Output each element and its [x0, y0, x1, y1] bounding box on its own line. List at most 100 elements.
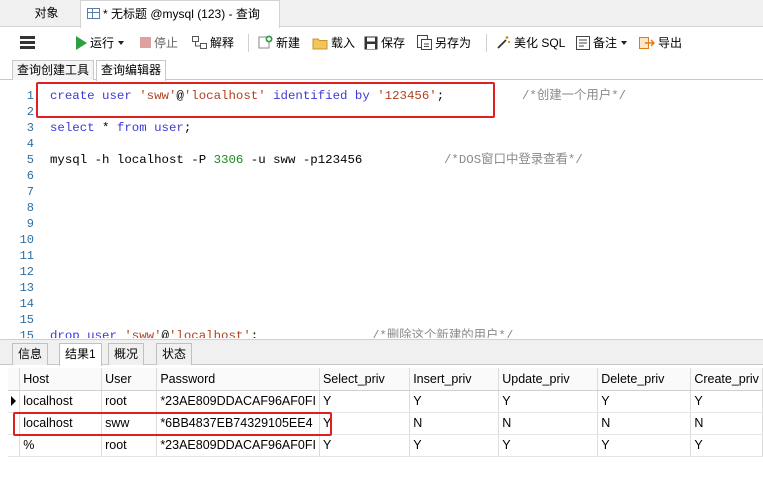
tab-status[interactable]: 状态 — [156, 343, 193, 365]
tab-query[interactable]: * 无标题 @mysql (123) - 查询 — [80, 0, 280, 28]
table-cell[interactable]: Y — [498, 390, 599, 413]
table-cell[interactable]: Y — [319, 412, 411, 435]
line-number: 11 — [19, 249, 34, 263]
code-line-3: select * from user; — [50, 120, 191, 136]
table-cell[interactable]: Y — [690, 434, 763, 457]
line-number: 13 — [19, 281, 34, 295]
sql-keyword: user — [154, 121, 184, 135]
save-as-icon — [417, 35, 432, 55]
table-cell[interactable]: Y — [498, 434, 599, 457]
line-number: 4 — [26, 137, 34, 151]
sql-text: -u sww -p123456 — [243, 153, 363, 167]
save-label: 保存 — [381, 36, 406, 50]
sql-text: mysql -h localhost -P — [50, 153, 214, 167]
highlight-annotation-box — [36, 82, 495, 118]
table-cell[interactable]: Y — [597, 390, 692, 413]
column-header[interactable]: Host — [19, 368, 103, 391]
menu-icon[interactable] — [20, 36, 35, 49]
table-cell[interactable]: localhost — [19, 390, 103, 413]
line-number: 12 — [19, 265, 34, 279]
line-number: 15 — [19, 313, 34, 327]
table-cell[interactable]: N — [409, 412, 500, 435]
sql-comment: /*创建一个用户*/ — [522, 89, 627, 103]
sql-comment: /*删除这个新建的用户*/ — [372, 329, 514, 338]
column-header[interactable]: Delete_priv — [597, 368, 692, 391]
table-cell[interactable]: Y — [409, 390, 500, 413]
load-button[interactable]: 载入 — [312, 34, 355, 52]
stop-label: 停止 — [154, 36, 179, 50]
chevron-down-icon[interactable] — [621, 41, 628, 45]
table-cell[interactable]: N — [597, 412, 692, 435]
explain-button[interactable]: 解释 — [192, 34, 234, 52]
sql-editor[interactable]: 1 2 3 4 5 6 7 8 9 10 11 12 13 14 15 15 c… — [0, 82, 763, 338]
load-label: 载入 — [331, 36, 356, 50]
toolbar-divider — [248, 34, 249, 52]
table-cell[interactable]: *23AE809DDACAF96AF0FI — [156, 390, 320, 413]
tab-result1[interactable]: 结果1 — [59, 343, 102, 366]
line-number: 7 — [26, 185, 34, 199]
run-label: 运行 — [90, 36, 115, 50]
code-line-15: drop user 'sww'@'localhost'; — [50, 328, 258, 338]
save-as-label: 另存为 — [435, 36, 472, 50]
table-cell[interactable]: % — [19, 434, 103, 457]
code-line-5: mysql -h localhost -P 3306 -u sww -p1234… — [50, 152, 362, 168]
table-cell[interactable]: root — [101, 434, 158, 457]
comment-label: 备注 — [593, 36, 618, 50]
explain-label: 解释 — [210, 36, 235, 50]
tab-query-editor[interactable]: 查询编辑器 — [96, 60, 167, 81]
chevron-down-icon[interactable] — [118, 41, 125, 45]
sql-keyword: drop user — [50, 329, 125, 338]
table-cell[interactable]: Y — [597, 434, 692, 457]
line-number: 2 — [26, 105, 34, 119]
tab-query-label: * 无标题 @mysql (123) - 查询 — [103, 7, 260, 21]
tab-objects[interactable]: 对象 — [19, 0, 74, 27]
query-toolbar: 运行 停止 解释 新建 载入 保存 另存为 美化 SQL 备注 导出 — [0, 28, 763, 58]
table-cell[interactable]: Y — [409, 434, 500, 457]
export-label: 导出 — [658, 36, 683, 50]
table-cell[interactable]: *23AE809DDACAF96AF0FI — [156, 434, 320, 457]
result-tabs: 信息 结果1 概况 状态 — [0, 339, 763, 366]
query-table-icon — [87, 8, 100, 19]
column-header[interactable]: Insert_priv — [409, 368, 500, 391]
column-header[interactable]: Password — [156, 368, 320, 391]
sql-keyword: from — [116, 121, 147, 135]
save-button[interactable]: 保存 — [364, 34, 405, 52]
run-button[interactable]: 运行 — [76, 34, 125, 52]
table-cell[interactable]: Y — [319, 390, 411, 413]
current-row-pointer-icon — [11, 396, 16, 406]
table-header-row: Host User Password Select_priv Insert_pr… — [8, 368, 763, 391]
column-header[interactable]: Select_priv — [319, 368, 411, 391]
column-header[interactable]: Update_priv — [498, 368, 599, 391]
table-row[interactable]: localhost root *23AE809DDACAF96AF0FI Y Y… — [8, 390, 763, 413]
sql-text: ; — [250, 329, 259, 338]
table-cell[interactable]: root — [101, 390, 158, 413]
save-as-button[interactable]: 另存为 — [417, 34, 471, 52]
tab-info[interactable]: 信息 — [12, 343, 49, 365]
row-marker — [8, 390, 21, 413]
play-icon — [76, 36, 87, 50]
tab-overview[interactable]: 概况 — [108, 343, 145, 365]
line-number: 3 — [26, 121, 34, 135]
stop-button[interactable]: 停止 — [140, 34, 178, 52]
comment-icon — [576, 36, 590, 55]
column-header[interactable]: User — [101, 368, 158, 391]
line-number: 15 — [19, 329, 34, 338]
sql-text: ; — [183, 121, 192, 135]
magic-wand-icon — [496, 35, 511, 55]
table-cell[interactable]: Y — [690, 390, 763, 413]
table-row[interactable]: % root *23AE809DDACAF96AF0FI Y Y Y Y Y — [8, 434, 763, 457]
new-query-icon — [258, 35, 273, 55]
new-button[interactable]: 新建 — [258, 34, 300, 52]
column-header[interactable]: Create_priv — [690, 368, 763, 391]
sql-string: 'sww' — [124, 329, 162, 338]
comment-button[interactable]: 备注 — [576, 34, 628, 55]
sql-string: 'localhost' — [168, 329, 251, 338]
export-button[interactable]: 导出 — [639, 34, 682, 52]
beautify-sql-button[interactable]: 美化 SQL — [496, 34, 565, 52]
table-cell[interactable]: N — [690, 412, 763, 435]
tab-query-builder[interactable]: 查询创建工具 — [12, 60, 95, 80]
line-number: 5 — [26, 153, 34, 167]
table-cell[interactable]: N — [498, 412, 599, 435]
table-cell[interactable]: Y — [319, 434, 411, 457]
